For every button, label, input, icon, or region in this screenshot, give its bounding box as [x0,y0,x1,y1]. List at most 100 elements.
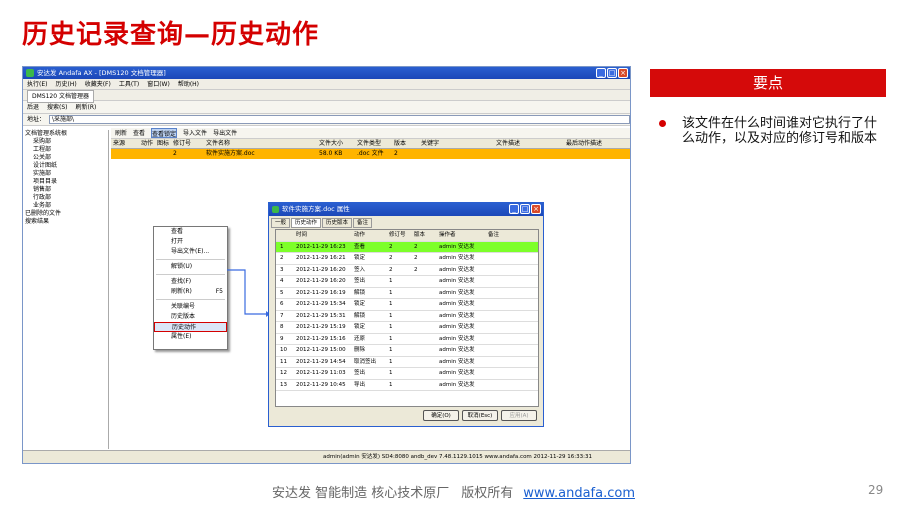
cell-rev: 1 [389,335,393,342]
footer-text: 安达发 智能制造 核心技术原厂 [272,486,450,501]
ok-button[interactable]: 确定(O) [423,410,459,421]
cell-user: admin 安达发 [439,255,475,261]
cell-n: 3 [280,266,284,273]
minimize-icon[interactable]: _ [509,204,519,214]
cell-user: admin 安达发 [439,278,475,284]
cell-n: 1 [280,243,284,250]
column-header[interactable]: 备注 [488,230,499,241]
cell-time: 2012-11-29 10:45 [296,381,346,388]
cell-time: 2012-11-29 15:31 [296,312,346,319]
cell-user: admin 安达发 [439,370,475,376]
cell-time: 2012-11-29 15:19 [296,324,346,330]
column-header[interactable]: 修订号 [389,230,406,241]
tab-history-action[interactable]: 历史动作 [291,218,322,228]
cell-rev: 2 [389,255,393,261]
cell-n: 8 [280,324,284,330]
cell-rev: 1 [389,312,393,319]
cell-n: 6 [280,301,284,307]
tab-history-version[interactable]: 历史版本 [322,218,353,228]
tab-general[interactable]: 一般 [271,218,291,228]
cell-action: 取消签出 [354,358,377,365]
column-header[interactable]: 操作者 [439,230,456,241]
cell-rev: 1 [389,301,393,307]
table-row[interactable]: 2 2012-11-29 16:21 锁定 2 2 admin 安达发 [276,253,538,265]
cell-user: admin 安达发 [439,358,475,365]
cell-n: 9 [280,335,284,342]
grid-header: 时间 动作 修订号 版本 操作者 备注 [276,230,538,242]
cell-time: 2012-11-29 16:23 [296,243,346,250]
table-row[interactable]: 13 2012-11-29 10:45 导出 1 admin 安达发 [276,380,538,391]
cell-time: 2012-11-29 15:16 [296,335,346,342]
cell-time: 2012-11-29 16:19 [296,289,346,296]
cell-action: 解锁 [354,289,366,296]
table-row[interactable]: 7 2012-11-29 15:31 解锁 1 admin 安达发 [276,311,538,322]
table-row[interactable]: 8 2012-11-29 15:19 锁定 1 admin 安达发 [276,322,538,334]
table-row[interactable]: 12 2012-11-29 11:03 签出 1 admin 安达发 [276,368,538,380]
dialog-window-controls: _ □ × [509,204,541,214]
cell-n: 7 [280,312,284,319]
table-row[interactable]: 4 2012-11-29 16:20 签出 1 admin 安达发 [276,276,538,288]
cell-ver: 2 [414,266,418,273]
cell-rev: 1 [389,347,393,353]
cell-time: 2012-11-29 15:00 [296,347,346,353]
cell-action: 还原 [354,335,366,342]
column-header[interactable]: 动作 [354,230,365,241]
cell-n: 2 [280,255,284,261]
table-row[interactable]: 6 2012-11-29 15:34 锁定 1 admin 安达发 [276,299,538,311]
close-icon[interactable]: × [531,204,541,214]
key-point-text: 该文件在什么时间谁对它执行了什么动作，以及对应的修订号和版本 [682,116,878,146]
cell-rev: 1 [389,278,393,284]
cell-user: admin 安达发 [439,243,475,250]
cell-n: 12 [280,370,287,376]
page-number: 29 [868,483,884,497]
cell-action: 删除 [354,347,366,353]
cell-user: admin 安达发 [439,301,475,307]
cell-rev: 1 [389,289,393,296]
dialog-title: 软件实施方案.doc 属性 [282,205,350,213]
cell-time: 2012-11-29 14:54 [296,358,346,365]
cell-user: admin 安达发 [439,347,475,353]
cell-time: 2012-11-29 16:20 [296,278,346,284]
cell-user: admin 安达发 [439,266,475,273]
cell-user: admin 安达发 [439,289,475,296]
cell-user: admin 安达发 [439,312,475,319]
footer-link[interactable]: www.andafa.com [523,486,635,501]
column-header[interactable]: 时间 [296,230,307,241]
history-grid: 时间 动作 修订号 版本 操作者 备注 1 2012-11-29 16:23 查看 2… [275,229,539,407]
cell-action: 签出 [354,278,366,284]
cell-time: 2012-11-29 11:03 [296,370,346,376]
table-row[interactable]: 3 2012-11-29 16:20 签入 2 2 admin 安达发 [276,265,538,276]
cell-n: 4 [280,278,284,284]
dialog-icon [272,206,279,213]
key-points-header: 要点 [650,69,886,97]
maximize-icon[interactable]: □ [520,204,530,214]
column-header[interactable]: 版本 [414,230,425,241]
tab-notes[interactable]: 备注 [353,218,373,228]
cell-n: 11 [280,358,287,365]
cell-rev: 1 [389,381,393,388]
footer-rights: 版权所有 [461,486,514,501]
table-row[interactable]: 11 2012-11-29 14:54 取消签出 1 admin 安达发 [276,357,538,368]
dialog-title-bar: 软件实施方案.doc 属性 _ □ × [269,203,543,216]
cell-n: 10 [280,347,287,353]
cell-rev: 2 [389,266,393,273]
cell-action: 锁定 [354,301,366,307]
table-row[interactable]: 9 2012-11-29 15:16 还原 1 admin 安达发 [276,334,538,345]
footer: 安达发 智能制造 核心技术原厂 版权所有 www.andafa.com [0,482,907,501]
cell-n: 5 [280,289,284,296]
cell-user: admin 安达发 [439,335,475,342]
cell-rev: 1 [389,370,393,376]
table-row[interactable]: 1 2012-11-29 16:23 查看 2 2 admin 安达发 [276,241,538,253]
cancel-button[interactable]: 取消(Esc) [462,410,498,421]
cell-rev: 2 [389,243,393,250]
table-row[interactable]: 5 2012-11-29 16:19 解锁 1 admin 安达发 [276,288,538,299]
cell-action: 解锁 [354,312,366,319]
cell-action: 签出 [354,370,366,376]
apply-button[interactable]: 应用(A) [501,410,537,421]
table-row[interactable]: 10 2012-11-29 15:00 删除 1 admin 安达发 [276,345,538,357]
cell-rev: 1 [389,358,393,365]
cell-action: 查看 [354,243,366,250]
cell-action: 锁定 [354,255,366,261]
bullet-icon [659,120,666,127]
cell-action: 签入 [354,266,366,273]
